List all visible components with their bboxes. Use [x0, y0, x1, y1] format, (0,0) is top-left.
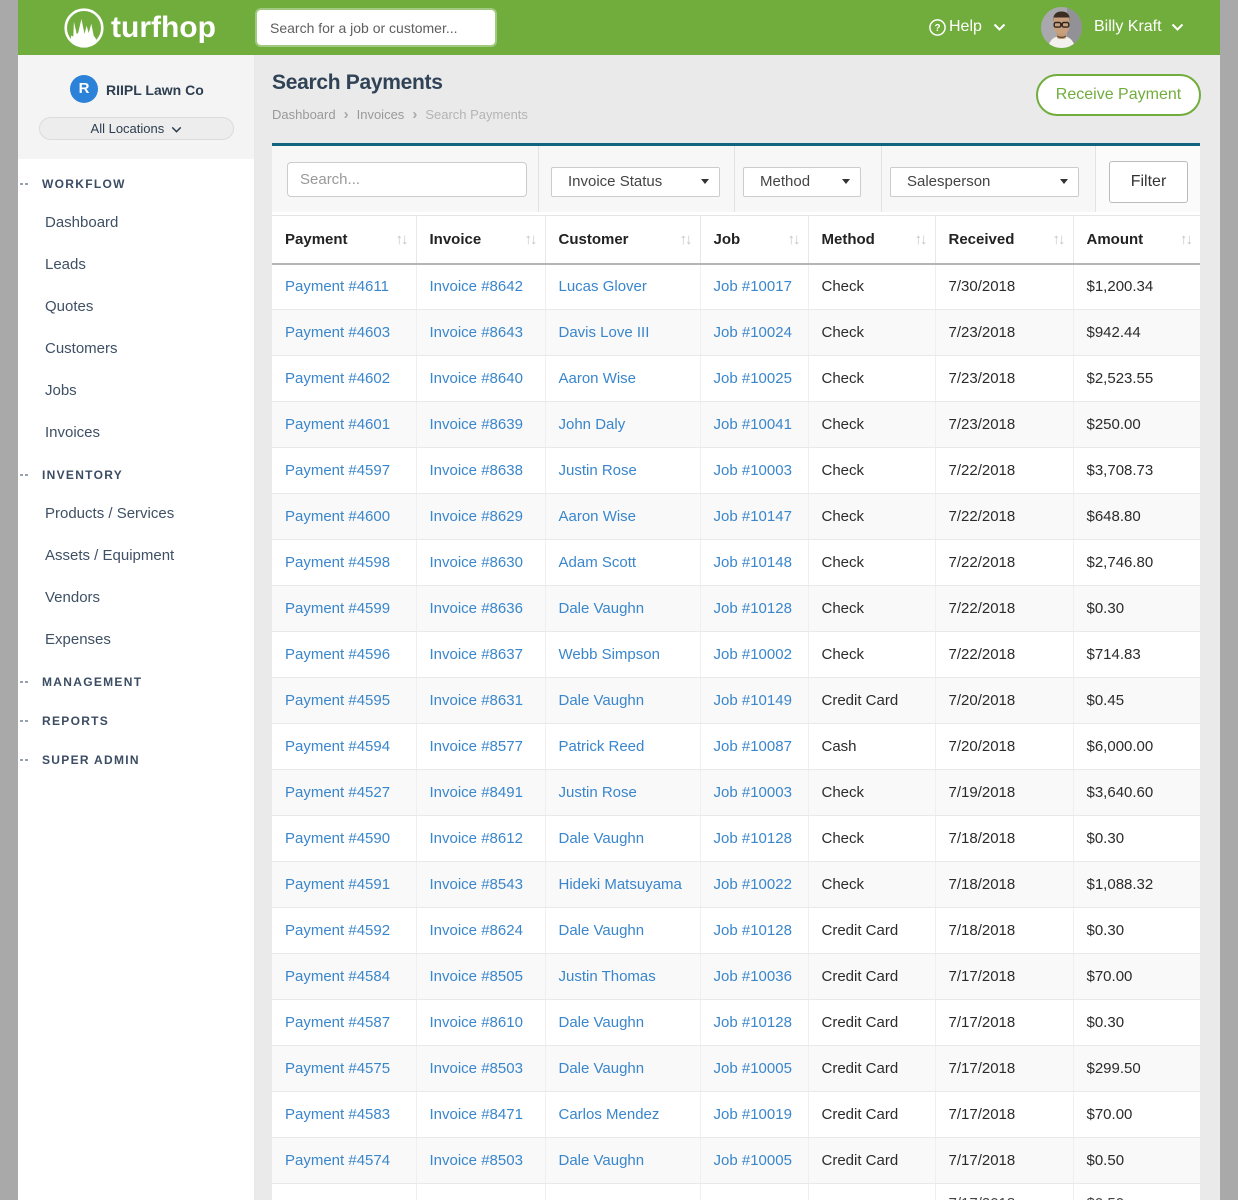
svg-text:?: ? — [934, 23, 940, 34]
